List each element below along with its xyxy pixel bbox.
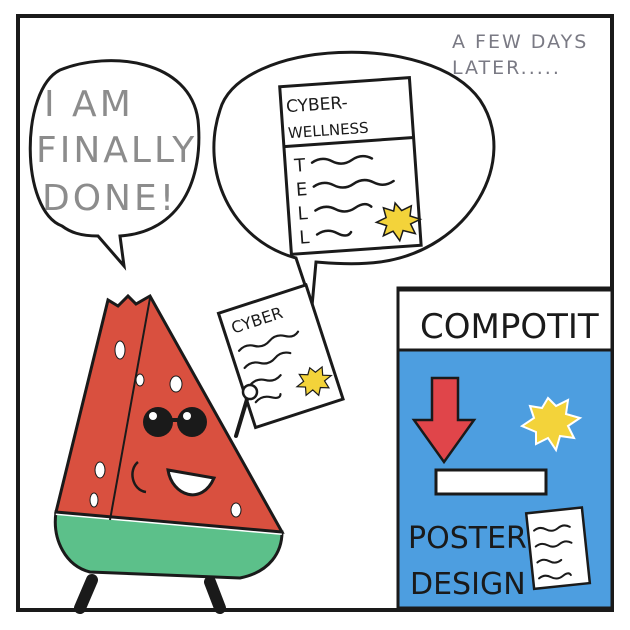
thought-poster-letter-4: L <box>299 227 310 249</box>
arm <box>234 394 250 438</box>
comic-drawing: A FEW DAYS LATER..... I AM FINALLY DONE!… <box>16 14 614 614</box>
competition-poster-header: COMPOTIT <box>420 307 599 347</box>
right-leg <box>204 576 226 614</box>
handheld-paper: CYBER <box>216 283 345 430</box>
poster-mini-paper <box>524 506 592 591</box>
speech-line-2: FINALLY <box>36 130 197 171</box>
left-leg <box>74 574 98 614</box>
poster-blank-bar <box>434 468 548 496</box>
thought-poster: CYBER- WELLNESS T E L L <box>278 76 423 256</box>
caption: A FEW DAYS LATER..... <box>452 31 588 79</box>
thought-poster-letter-2: E <box>295 179 308 201</box>
competition-poster-footer-2: DESIGN <box>410 567 526 602</box>
speech-line-1: I AM <box>44 84 134 125</box>
comic-panel: A FEW DAYS LATER..... I AM FINALLY DONE!… <box>0 0 630 630</box>
caption-line-2: LATER..... <box>452 57 561 79</box>
speech-line-3: DONE! <box>42 178 177 219</box>
competition-poster-footer-1: POSTER <box>408 521 527 556</box>
competition-poster: COMPOTIT POSTER DESIGN <box>396 286 614 610</box>
caption-line-1: A FEW DAYS <box>452 31 588 53</box>
thought-poster-letter-3: L <box>297 203 308 225</box>
speech-bubble: I AM FINALLY DONE! <box>28 59 201 271</box>
